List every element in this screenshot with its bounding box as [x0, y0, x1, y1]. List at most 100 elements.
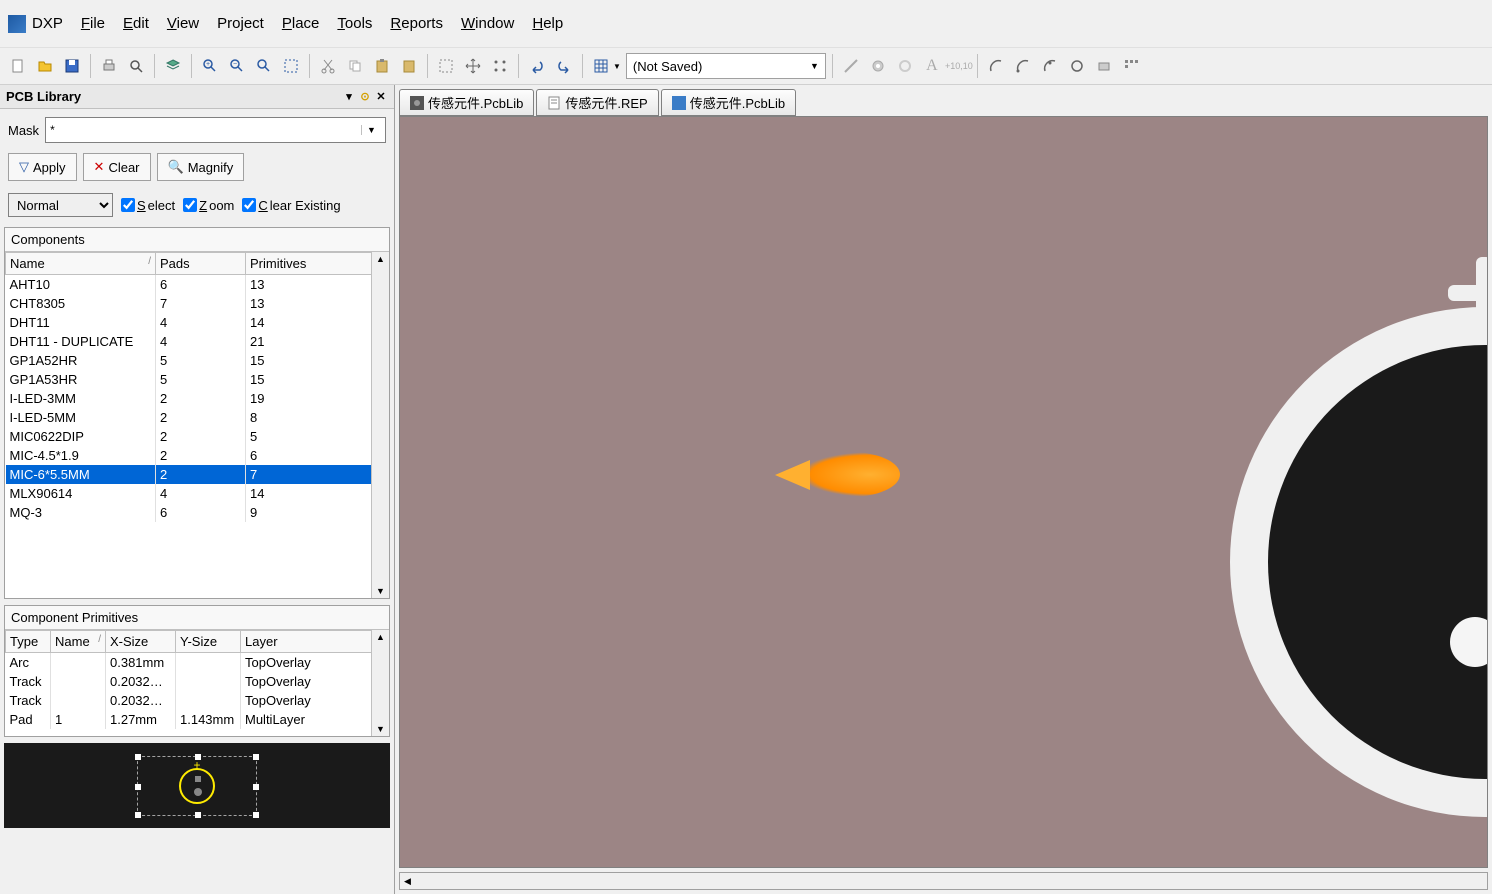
layer-select[interactable]: (Not Saved) ▼: [626, 53, 826, 79]
table-row[interactable]: DHT11 - DUPLICATE421: [6, 332, 389, 351]
close-icon[interactable]: ✕: [374, 90, 388, 104]
mode-select[interactable]: Normal: [8, 193, 113, 217]
pcb-canvas[interactable]: [399, 116, 1488, 868]
grid-dropdown[interactable]: ▼: [589, 54, 623, 78]
editor-area: 传感元件.PcbLib 传感元件.REP 传感元件.PcbLib ◀: [395, 85, 1492, 894]
select-checkbox[interactable]: Select: [121, 198, 175, 213]
table-row[interactable]: MIC-6*5.5MM27: [6, 465, 389, 484]
table-row[interactable]: Pad11.27mm1.143mmMultiLayer: [6, 710, 389, 729]
tab-pcblib-1[interactable]: 传感元件.PcbLib: [399, 89, 534, 116]
table-row[interactable]: Arc0.381mmTopOverlay: [6, 653, 389, 673]
print-button[interactable]: [97, 54, 121, 78]
arc-edge-button[interactable]: [1011, 54, 1035, 78]
window-menu[interactable]: Window: [461, 15, 514, 32]
table-row[interactable]: GP1A53HR515: [6, 370, 389, 389]
pcb-library-panel: PCB Library ▾ ⊙ ✕ Mask * ▼ ▽Apply ✕Clear…: [0, 85, 395, 894]
move-button[interactable]: [461, 54, 485, 78]
magnify-button[interactable]: 🔍Magnify: [157, 153, 245, 181]
canvas-horizontal-scrollbar[interactable]: ◀: [399, 872, 1488, 890]
table-row[interactable]: Track0.2032mmTopOverlay: [6, 691, 389, 710]
save-button[interactable]: [60, 54, 84, 78]
zoom-select-button[interactable]: [279, 54, 303, 78]
tools-menu[interactable]: Tools: [337, 15, 372, 32]
help-menu[interactable]: Help: [532, 15, 563, 32]
new-button[interactable]: [6, 54, 30, 78]
table-row[interactable]: CHT8305713: [6, 294, 389, 313]
panel-title: PCB Library: [6, 89, 81, 104]
zoom-checkbox[interactable]: Zoom: [183, 198, 234, 213]
clear-existing-checkbox[interactable]: Clear Existing: [242, 198, 340, 213]
paste-special-button[interactable]: [397, 54, 421, 78]
table-row[interactable]: MIC0622DIP25: [6, 427, 389, 446]
primitives-scrollbar[interactable]: ▲▼: [371, 630, 389, 736]
app-logo-icon: [8, 15, 26, 33]
col-name[interactable]: Name/: [6, 253, 156, 275]
component-preview[interactable]: +: [4, 743, 390, 828]
col-pname[interactable]: Name/: [51, 631, 106, 653]
teardrop-shape: [800, 452, 900, 497]
svg-text:+: +: [206, 61, 210, 68]
paste-button[interactable]: [370, 54, 394, 78]
pin-icon[interactable]: ⊙: [358, 90, 372, 104]
table-row[interactable]: AHT10613: [6, 275, 389, 295]
tab-pcblib-2[interactable]: 传感元件.PcbLib: [661, 89, 796, 116]
table-row[interactable]: Track0.2032mmTopOverlay: [6, 672, 389, 691]
zoom-in-button[interactable]: +: [198, 54, 222, 78]
copy-button[interactable]: [343, 54, 367, 78]
circle-tool-button[interactable]: [1065, 54, 1089, 78]
arc-any-button[interactable]: [1038, 54, 1062, 78]
col-pads[interactable]: Pads: [156, 253, 246, 275]
file-menu[interactable]: File: [81, 15, 105, 32]
components-table: Components Name/ Pads Primitives AHT1061…: [4, 227, 390, 599]
zoom-fit-button[interactable]: [252, 54, 276, 78]
tab-rep[interactable]: 传感元件.REP: [536, 89, 658, 116]
panel-menu-icon[interactable]: ▾: [342, 90, 356, 104]
primitives-title: Component Primitives: [5, 606, 389, 630]
undo-button[interactable]: [525, 54, 549, 78]
col-ysize[interactable]: Y-Size: [176, 631, 241, 653]
table-row[interactable]: DHT11414: [6, 313, 389, 332]
table-row[interactable]: I-LED-5MM28: [6, 408, 389, 427]
string-tool-button[interactable]: A: [920, 54, 944, 78]
col-primitives[interactable]: Primitives: [246, 253, 389, 275]
table-row[interactable]: GP1A52HR515: [6, 351, 389, 370]
table-row[interactable]: I-LED-3MM219: [6, 389, 389, 408]
pad-tool-button[interactable]: [866, 54, 890, 78]
menubar: DXP File Edit View Project Place Tools R…: [0, 0, 1492, 47]
select-area-button[interactable]: [434, 54, 458, 78]
edit-menu[interactable]: Edit: [123, 15, 149, 32]
project-menu[interactable]: Project: [217, 15, 264, 32]
line-tool-button[interactable]: [839, 54, 863, 78]
print-preview-button[interactable]: [124, 54, 148, 78]
svg-text:−: −: [233, 61, 237, 68]
dxp-menu[interactable]: DXP: [8, 15, 63, 33]
mask-label: Mask: [8, 123, 39, 138]
layer-select-value: (Not Saved): [633, 59, 702, 74]
mask-input[interactable]: * ▼: [45, 117, 386, 143]
table-row[interactable]: MQ-369: [6, 503, 389, 522]
table-row[interactable]: MIC-4.5*1.926: [6, 446, 389, 465]
arc-center-button[interactable]: [984, 54, 1008, 78]
coordinate-button[interactable]: +10,10: [947, 54, 971, 78]
snap-button[interactable]: [488, 54, 512, 78]
col-xsize[interactable]: X-Size: [106, 631, 176, 653]
apply-button[interactable]: ▽Apply: [8, 153, 77, 181]
place-menu[interactable]: Place: [282, 15, 320, 32]
via-tool-button[interactable]: [893, 54, 917, 78]
array-tool-button[interactable]: [1119, 54, 1143, 78]
reports-menu[interactable]: Reports: [390, 15, 443, 32]
view-menu[interactable]: View: [167, 15, 199, 32]
primitives-table: Component Primitives Type Name/ X-Size Y…: [4, 605, 390, 737]
clear-button[interactable]: ✕Clear: [83, 153, 151, 181]
cut-button[interactable]: [316, 54, 340, 78]
open-button[interactable]: [33, 54, 57, 78]
main-toolbar: + − ▼ (Not Saved) ▼ A +10,10: [0, 47, 1492, 85]
table-row[interactable]: MLX90614414: [6, 484, 389, 503]
fill-tool-button[interactable]: [1092, 54, 1116, 78]
zoom-out-button[interactable]: −: [225, 54, 249, 78]
layers-button[interactable]: [161, 54, 185, 78]
col-layer[interactable]: Layer: [241, 631, 389, 653]
components-scrollbar[interactable]: ▲▼: [371, 252, 389, 598]
redo-button[interactable]: [552, 54, 576, 78]
col-type[interactable]: Type: [6, 631, 51, 653]
